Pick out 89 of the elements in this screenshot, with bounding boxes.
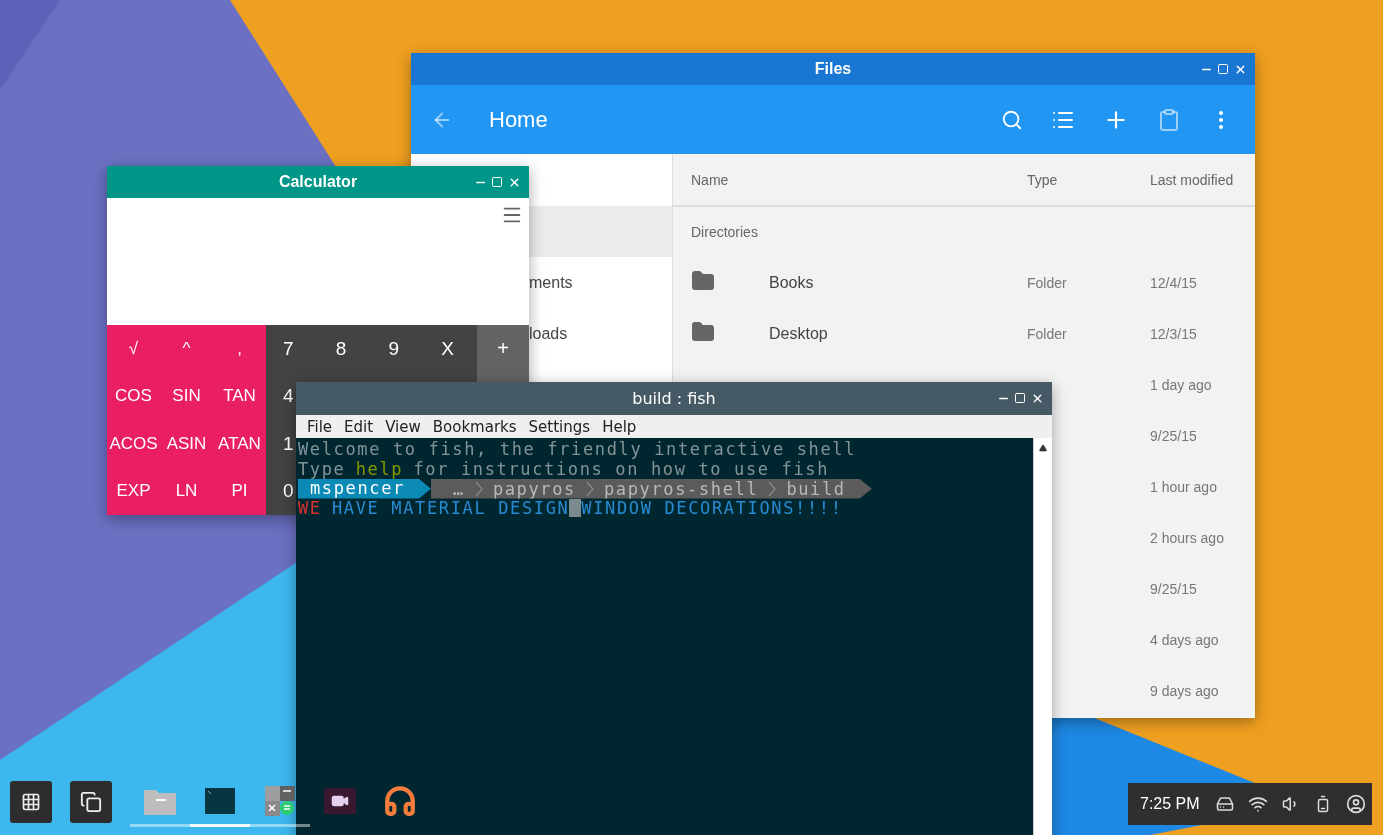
terminal-icon	[205, 787, 235, 814]
modified-date: 12/4/15	[1150, 274, 1197, 291]
chevron-icon	[474, 480, 483, 497]
file-type: Folder	[1027, 274, 1067, 291]
modified-date: 2 hours ago	[1150, 529, 1224, 546]
function-key[interactable]: ASIN	[166, 433, 207, 454]
function-key[interactable]: ATAN	[218, 433, 261, 454]
grid-icon	[21, 792, 41, 812]
function-key[interactable]: SIN	[172, 386, 201, 407]
wifi-icon[interactable]	[1247, 794, 1268, 814]
chevron-icon	[586, 480, 594, 497]
sidebar-item[interactable]: loads	[529, 308, 672, 359]
search-icon[interactable]	[1001, 108, 1023, 131]
terminal-text: WINDOW DECORATIONS!!!!	[581, 498, 843, 518]
digit-key[interactable]: X	[441, 337, 454, 360]
section-label: Directories	[690, 223, 759, 242]
text-cursor	[569, 499, 582, 518]
calculator-icon	[265, 785, 295, 816]
headphones-icon	[383, 783, 417, 818]
function-key[interactable]: ACOS	[109, 433, 158, 454]
user-icon[interactable]	[1345, 794, 1366, 814]
digit-key[interactable]: 4	[283, 385, 294, 408]
menu-item[interactable]: Settings	[522, 417, 597, 436]
terminal-text: Welcome to fish, the friendly interactive shell	[298, 440, 857, 460]
chevron-icon	[768, 480, 777, 497]
menu-item[interactable]: View	[379, 417, 427, 436]
prompt-user: mspencer	[298, 479, 431, 499]
scrollbar[interactable]	[1033, 438, 1052, 835]
path-label: papyros-shell	[604, 478, 759, 499]
maximize-icon[interactable]	[1014, 392, 1027, 405]
maximize-icon[interactable]	[1217, 62, 1230, 76]
modified-date: 9/25/15	[1150, 580, 1197, 597]
path-label: …	[453, 478, 465, 499]
maximize-icon[interactable]	[491, 175, 504, 189]
file-name: Desktop	[769, 324, 828, 342]
terminal-text: help	[355, 459, 404, 479]
column-header[interactable]: Type	[1027, 171, 1150, 188]
path-label: build	[786, 478, 846, 499]
modified-date: 9/25/15	[1150, 427, 1197, 444]
digit-key[interactable]: 9	[388, 337, 400, 360]
function-key[interactable]: PI	[231, 481, 248, 502]
modified-date: 1 hour ago	[1150, 478, 1217, 495]
terminal-text: for instructions on how to use fish	[413, 459, 830, 479]
modified-date: 4 days ago	[1150, 631, 1219, 648]
terminal-area[interactable]: Welcome to fish, the friendly interactive shell Type help for instructions on how to use fish mspencer … papyros papyros-shell build WE HAVE MATERIAL DESIGN WINDOW DECORATIONS!!!!	[296, 438, 1033, 835]
folder-title: Home	[489, 106, 549, 133]
close-icon[interactable]	[1031, 392, 1044, 405]
window-title: Files	[814, 60, 852, 78]
file-name: Books	[769, 273, 814, 291]
terminal-text: Type	[298, 459, 346, 479]
modified-date: 1 day ago	[1150, 376, 1212, 393]
menu-item[interactable]: Bookmarks	[426, 417, 523, 436]
window-switcher-button[interactable]	[70, 781, 112, 823]
hard-drive-icon[interactable]	[1215, 795, 1234, 813]
sidebar-label: loads	[529, 324, 568, 343]
folder-icon	[691, 320, 715, 344]
menu-item[interactable]: File	[301, 417, 339, 436]
window-title: Calculator	[278, 173, 358, 191]
terminal-text: WE	[298, 498, 322, 518]
menu-item[interactable]: Help	[596, 417, 643, 436]
function-key[interactable]: ,	[237, 338, 242, 359]
sidebar-label: ments	[529, 273, 573, 292]
terminal-text: HAVE MATERIAL DESIGN	[332, 498, 570, 518]
function-key[interactable]: EXP	[116, 481, 151, 502]
file-type: Folder	[1027, 325, 1067, 342]
app-launcher-button[interactable]	[10, 781, 52, 823]
digit-key[interactable]: 0	[283, 480, 294, 503]
operator-key[interactable]: +	[497, 337, 509, 361]
folder-icon	[691, 269, 715, 293]
column-header[interactable]: Last modified	[1150, 171, 1255, 188]
column-header[interactable]: Name	[673, 171, 1027, 188]
function-key[interactable]: LN	[175, 481, 198, 502]
modified-date: 9 days ago	[1150, 682, 1219, 699]
sidebar-item[interactable]: ments	[529, 257, 672, 308]
digit-key[interactable]: 7	[283, 337, 294, 360]
windows-icon	[80, 791, 102, 813]
path-label: papyros	[492, 478, 576, 499]
digit-key[interactable]: 1	[283, 432, 294, 455]
function-key[interactable]: ^	[182, 338, 191, 359]
function-key[interactable]: COS	[115, 386, 152, 407]
clipboard-icon[interactable]	[1157, 107, 1181, 132]
digit-key[interactable]: 8	[335, 337, 347, 360]
function-key[interactable]: TAN	[223, 386, 256, 407]
menu-item[interactable]: Edit	[338, 417, 380, 436]
function-key[interactable]: √	[128, 338, 139, 359]
modified-date: 12/3/15	[1150, 325, 1197, 342]
window-title: build : fish	[632, 389, 716, 408]
clock[interactable]: 7:25 PM	[1140, 795, 1200, 813]
video-icon	[324, 787, 356, 814]
